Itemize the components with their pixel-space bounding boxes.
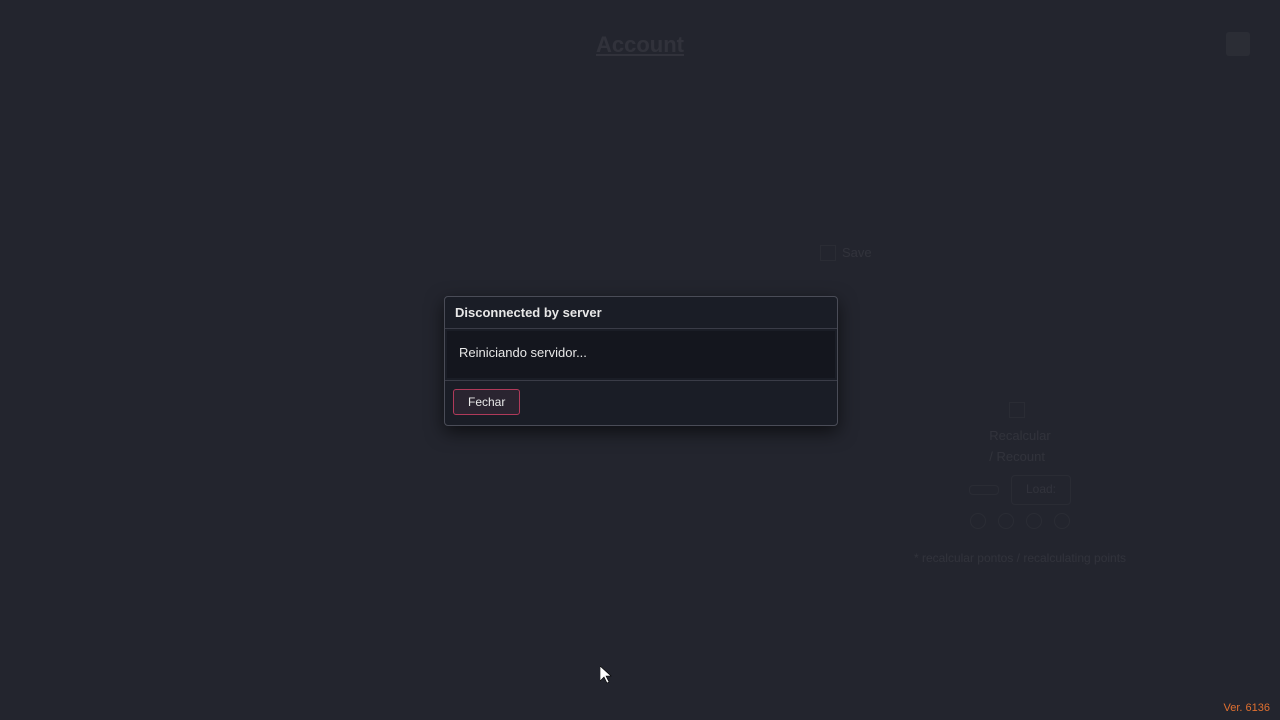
- cursor-icon: [600, 666, 614, 684]
- save-label: Save: [842, 243, 1220, 264]
- disconnect-modal: Disconnected by server Reiniciando servi…: [444, 296, 838, 426]
- modal-footer: Fechar: [445, 380, 837, 425]
- recalc-label: Recalcular / Recount: [989, 426, 1050, 468]
- close-icon: [1226, 32, 1250, 56]
- bg-button: [969, 485, 999, 495]
- radio-icon: [970, 513, 986, 529]
- radio-icon: [1054, 513, 1070, 529]
- checkbox-icon: [820, 245, 836, 261]
- modal-message: Reiniciando servidor...: [447, 331, 835, 378]
- close-button[interactable]: Fechar: [453, 389, 520, 415]
- modal-title: Disconnected by server: [445, 297, 837, 329]
- checkbox-icon: [1009, 402, 1025, 418]
- recalc-note: * recalcular pontos / recalculating poin…: [820, 549, 1220, 568]
- bg-button: Load:: [1011, 475, 1071, 504]
- page-title: Account: [596, 32, 684, 58]
- radio-icon: [1026, 513, 1042, 529]
- version-label: Ver. 6136: [1224, 702, 1271, 714]
- radio-icon: [998, 513, 1014, 529]
- settings-panel: Save Recalcular / Recount Load: * recalc…: [820, 235, 1220, 568]
